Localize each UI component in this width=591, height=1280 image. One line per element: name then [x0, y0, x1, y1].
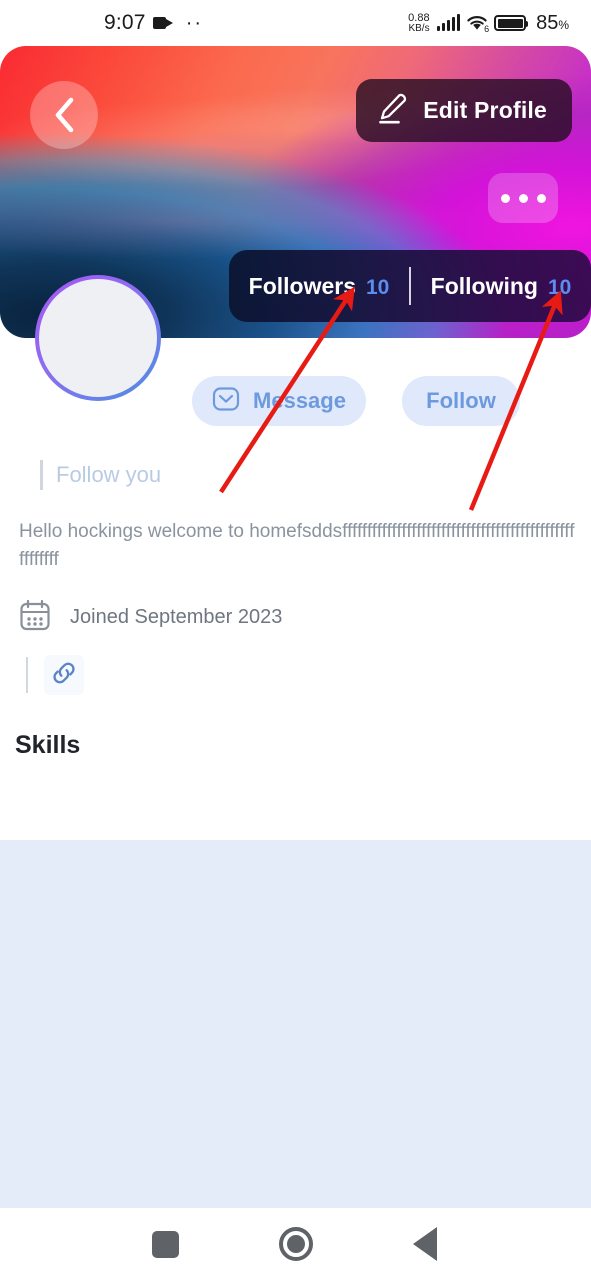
skills-section-title: Skills — [15, 731, 81, 759]
follow-stats-card: Followers 10 Following 10 — [229, 250, 591, 322]
follow-you-label: Follow you — [56, 462, 162, 487]
edit-profile-button[interactable]: Edit Profile — [356, 79, 572, 142]
link-accent-bar — [26, 657, 28, 693]
message-button[interactable]: Message — [192, 376, 366, 426]
home-circle-icon — [279, 1227, 313, 1261]
more-dot — [536, 193, 546, 203]
status-overflow-dots: ·· — [185, 12, 204, 34]
battery-percent: 85 % — [536, 12, 569, 35]
status-bar: 9:07 ·· 0.88 KB/s 6 85 % — [0, 0, 591, 46]
following-count: 10 — [547, 275, 572, 299]
followers-label: Followers — [248, 272, 356, 299]
status-time: 9:07 — [104, 11, 146, 34]
android-navigation-bar — [0, 1208, 591, 1280]
network-speed-value: 0.88 — [408, 11, 430, 24]
wifi-6-icon: 6 — [466, 15, 490, 34]
back-button[interactable] — [30, 81, 98, 149]
status-bar-left: 9:07 ·· — [104, 11, 203, 35]
following-label: Following — [430, 272, 538, 299]
pencil-edit-icon — [377, 92, 407, 129]
message-envelope-icon — [212, 385, 240, 418]
wifi-generation-label: 6 — [484, 23, 490, 34]
battery-icon — [494, 15, 529, 31]
profile-link-row — [26, 655, 84, 695]
following-stat[interactable]: Following 10 — [411, 273, 591, 300]
calendar-icon — [18, 598, 52, 637]
profile-bio: Hello hockings welcome to homefsddsfffff… — [19, 521, 575, 570]
content-placeholder-panel — [0, 840, 591, 1208]
follow-you-row: Follow you — [40, 460, 161, 490]
more-dot — [518, 193, 528, 203]
follow-label: Follow — [426, 388, 496, 413]
joined-date-label: Joined September 2023 — [70, 606, 283, 628]
home-button[interactable] — [261, 1209, 331, 1279]
followers-stat[interactable]: Followers 10 — [229, 273, 409, 300]
follow-you-accent-bar — [40, 460, 43, 490]
recent-apps-button[interactable] — [130, 1209, 200, 1279]
video-camera-icon — [152, 16, 173, 30]
edit-profile-label: Edit Profile — [423, 97, 547, 123]
recent-apps-square-icon — [151, 1230, 179, 1258]
more-dot — [500, 193, 510, 203]
system-back-button[interactable] — [390, 1209, 460, 1279]
cellular-signal-icon — [436, 14, 461, 31]
chevron-left-icon — [51, 96, 77, 134]
status-bar-right: 0.88 KB/s 6 85 % — [408, 12, 569, 35]
avatar[interactable] — [35, 275, 161, 401]
battery-percent-symbol: % — [558, 17, 569, 32]
followers-count: 10 — [366, 275, 390, 299]
profile-link-button[interactable] — [44, 655, 84, 695]
message-label: Message — [253, 388, 346, 413]
back-triangle-icon — [413, 1227, 437, 1261]
network-speed-indicator: 0.88 KB/s — [408, 11, 430, 34]
follow-button[interactable]: Follow — [402, 376, 520, 426]
battery-percent-value: 85 — [536, 11, 559, 34]
joined-date-row: Joined September 2023 — [18, 598, 282, 637]
link-chain-icon — [49, 658, 79, 693]
network-speed-unit: KB/s — [408, 22, 430, 34]
more-options-button[interactable] — [488, 173, 558, 223]
